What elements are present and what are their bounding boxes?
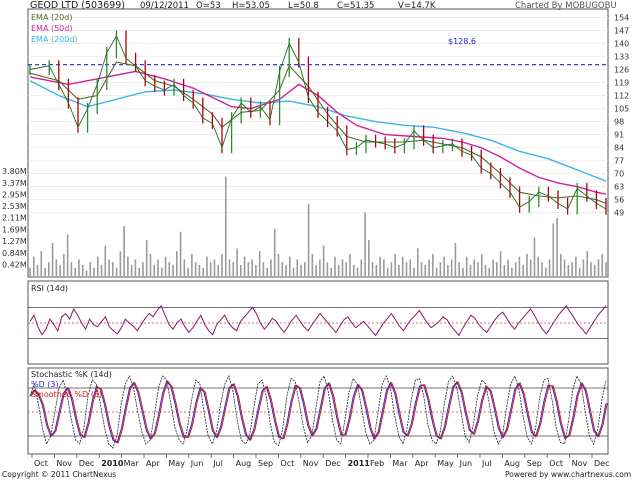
price-tick-label: 98: [614, 118, 624, 127]
volume-tick-label: 1.27M: [2, 237, 27, 246]
header-open: O=53: [196, 1, 221, 11]
header-volume: V=14.7K: [398, 1, 436, 11]
month-label: Apr: [415, 459, 430, 468]
month-label: Feb: [370, 459, 384, 468]
month-label: Jul: [212, 459, 223, 468]
price-panel-frame: [27, 8, 609, 278]
legend-ema20: EMA (20d): [31, 13, 72, 22]
price-tick-label: 63: [614, 183, 624, 192]
price-tick-label: 126: [614, 66, 629, 75]
header-high: H=53.05: [232, 1, 270, 11]
price-y-axis: 154 147 140 133 126 119 112 105 98 91 84 77 70 63 56 49: [614, 13, 629, 217]
legend-stoch-smoothed: Smoothed %D (3): [31, 390, 102, 399]
month-label: Mar: [124, 459, 140, 468]
month-label: Mar: [392, 459, 408, 468]
month-label: 2010: [101, 459, 124, 468]
header-low: L=50.8: [288, 1, 319, 11]
month-label: Oct: [549, 459, 563, 468]
price-tick-label: 147: [614, 26, 629, 35]
rsi-panel-frame: [27, 280, 609, 365]
price-tick-label: 105: [614, 105, 629, 114]
header-close: C=51.35: [337, 1, 374, 11]
month-label: Dec: [325, 459, 340, 468]
month-label: Aug: [504, 459, 520, 468]
month-label: May: [437, 459, 454, 468]
price-tick-label: 49: [614, 209, 624, 218]
price-tick-label: 133: [614, 52, 629, 61]
month-label: Nov: [303, 459, 319, 468]
price-tick-label: 140: [614, 39, 629, 48]
month-label: 2011: [348, 459, 371, 468]
footer-powered: Powered by www.chartnexus.com: [505, 470, 631, 479]
volume-tick-label: 2.11M: [2, 214, 27, 223]
price-tick-label: 119: [614, 79, 629, 88]
x-axis-months: Oct Nov Dec 2010 Mar Apr May Jun Jul Aug Sep Oct Nov…: [31, 454, 609, 468]
hline-label: $128.6: [448, 37, 476, 46]
volume-tick-label: 0.84M: [2, 249, 27, 258]
legend-stoch-d: %D (3): [31, 380, 59, 389]
footer-copyright: Copyright © 2011 ChartNexus: [2, 470, 116, 479]
stock-title: GEOD LTD (503699): [30, 0, 125, 11]
month-label: Sep: [527, 459, 542, 468]
month-label: Apr: [146, 459, 161, 468]
charted-by: Charted By MOBUGOBU: [515, 1, 617, 11]
volume-tick-label: 0.42M: [2, 260, 27, 269]
price-tick-label: 91: [614, 131, 624, 140]
month-label: Jun: [459, 459, 473, 468]
legend-ema50: EMA (50d): [31, 24, 72, 33]
volume-tick-label: 1.69M: [2, 225, 27, 234]
month-label: Oct: [280, 459, 294, 468]
price-tick-label: 112: [614, 92, 629, 101]
volume-tick-label: 3.37M: [2, 179, 27, 188]
month-label: Aug: [236, 459, 252, 468]
price-tick-label: 56: [614, 196, 624, 205]
month-label: Nov: [56, 459, 72, 468]
volume-y-axis: 3.80M 3.37M 2.95M 2.53M 2.11M 1.69M 1.27M 0.84M…: [2, 167, 27, 269]
month-label: Jul: [481, 459, 492, 468]
legend-rsi: RSI (14d): [31, 284, 68, 293]
header-date: 09/12/2011: [140, 1, 189, 11]
volume-tick-label: 2.95M: [2, 191, 27, 200]
month-label: Nov: [572, 459, 588, 468]
month-label: Dec: [79, 459, 94, 468]
month-label: Jun: [190, 459, 204, 468]
stock-chart: 154 147 140 133 126 119 112 105 98 91 84 77 70 63 56 49…: [2, 0, 631, 479]
price-tick-label: 154: [614, 13, 629, 22]
month-label: Oct: [34, 459, 48, 468]
legend-ema200: EMA (200d): [31, 35, 78, 44]
legend-stoch-k: Stochastic %K (14d): [31, 370, 112, 379]
price-tick-label: 84: [614, 144, 624, 153]
price-tick-label: 70: [614, 170, 624, 179]
volume-tick-label: 2.53M: [2, 202, 27, 211]
month-label: Dec: [594, 459, 609, 468]
month-label: May: [168, 459, 185, 468]
month-label: Sep: [258, 459, 273, 468]
price-tick-label: 77: [614, 157, 624, 166]
volume-tick-label: 3.80M: [2, 167, 27, 176]
